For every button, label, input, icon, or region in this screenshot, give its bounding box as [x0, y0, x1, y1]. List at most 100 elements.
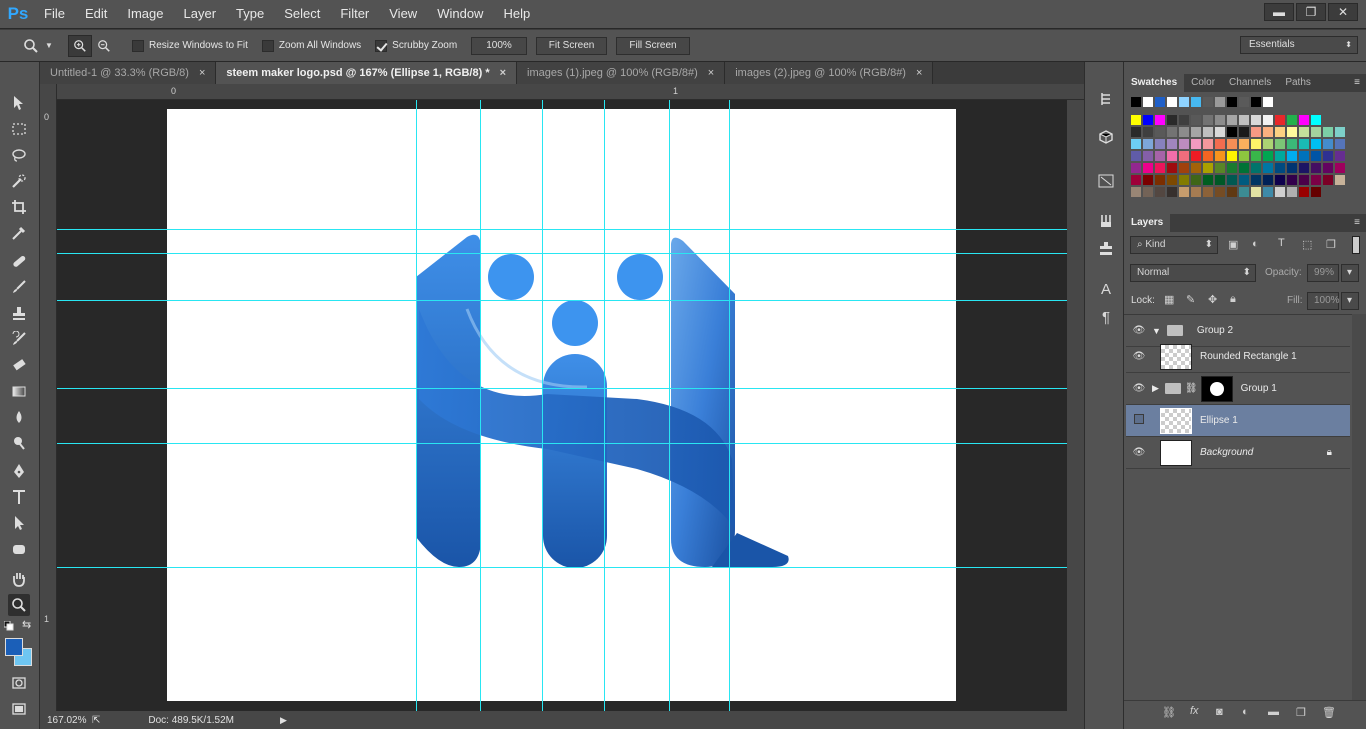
color-swatch[interactable] [1179, 187, 1189, 197]
color-swatch[interactable] [1299, 187, 1309, 197]
filter-pixel-icon[interactable]: ▣ [1228, 238, 1238, 251]
panel-menu-icon[interactable]: ≡ [1354, 214, 1360, 232]
color-swatch[interactable] [1191, 175, 1201, 185]
stamp-tool-icon[interactable] [8, 302, 30, 324]
color-swatch[interactable] [1335, 127, 1345, 137]
menu-view[interactable]: View [379, 0, 427, 28]
color-swatch[interactable] [1251, 127, 1261, 137]
layer-name[interactable]: Group 1 [1241, 383, 1277, 394]
color-swatch[interactable] [1227, 187, 1237, 197]
color-swatch[interactable] [1155, 151, 1165, 161]
tab-steem-maker-logo[interactable]: steem maker logo.psd @ 167% (Ellipse 1, … [216, 62, 518, 84]
add-layer-style-icon[interactable]: fx [1190, 705, 1199, 717]
fill-arrow-icon[interactable]: ▾ [1341, 292, 1359, 310]
color-swatch[interactable] [1227, 97, 1237, 107]
color-swatch[interactable] [1191, 127, 1201, 137]
adjustments-panel-icon[interactable] [1095, 170, 1117, 192]
fit-screen-button[interactable]: Fit Screen [535, 36, 608, 55]
lock-transparent-icon[interactable]: ▦ [1164, 293, 1174, 306]
color-swatch[interactable] [1143, 163, 1153, 173]
color-swatch[interactable] [1191, 115, 1201, 125]
status-export-icon[interactable]: ⇱ [92, 715, 100, 726]
color-swatch[interactable] [1179, 127, 1189, 137]
disclosure-open-icon[interactable]: ▼ [1152, 326, 1161, 336]
visibility-hidden-box[interactable] [1126, 414, 1152, 427]
color-swatch[interactable] [1275, 115, 1285, 125]
color-swatch[interactable] [1155, 97, 1165, 107]
hand-tool-icon[interactable] [8, 568, 30, 590]
color-swatch[interactable] [1215, 151, 1225, 161]
menu-filter[interactable]: Filter [330, 0, 379, 28]
tab-untitled-1[interactable]: Untitled-1 @ 33.3% (RGB/8) × [40, 62, 217, 84]
lock-position-icon[interactable]: ✥ [1208, 293, 1217, 306]
actual-pixels-button[interactable]: 100% [471, 36, 527, 55]
opacity-field[interactable]: 99% [1307, 264, 1339, 282]
link-layers-icon[interactable]: ⛓︎ [1162, 706, 1176, 719]
color-swatch[interactable] [1179, 115, 1189, 125]
color-swatch[interactable] [1239, 127, 1249, 137]
color-swatch[interactable] [1203, 127, 1213, 137]
color-swatch[interactable] [1287, 175, 1297, 185]
filter-smart-object-icon[interactable]: ❐ [1326, 238, 1336, 251]
healing-brush-tool-icon[interactable] [8, 250, 30, 272]
gradient-tool-icon[interactable] [8, 380, 30, 402]
lock-image-icon[interactable]: ✎ [1186, 293, 1195, 306]
color-swatch[interactable] [1263, 163, 1273, 173]
color-swatch[interactable] [1203, 97, 1213, 107]
document-canvas[interactable] [167, 109, 956, 701]
color-swatch[interactable] [1191, 97, 1201, 107]
tab-close-icon[interactable]: × [500, 67, 506, 79]
tab-close-icon[interactable]: × [199, 67, 205, 79]
horizontal-guide[interactable] [57, 388, 1067, 389]
color-swatch[interactable] [1275, 163, 1285, 173]
vertical-guide[interactable] [604, 100, 605, 711]
delete-layer-icon[interactable]: 🗑︎ [1322, 706, 1336, 719]
color-swatch[interactable] [1227, 115, 1237, 125]
close-button[interactable]: ✕ [1328, 3, 1358, 21]
color-swatch[interactable] [1275, 139, 1285, 149]
color-swatch[interactable] [1203, 151, 1213, 161]
color-swatch[interactable] [1335, 163, 1345, 173]
menu-help[interactable]: Help [493, 0, 540, 28]
color-swatch[interactable] [1275, 151, 1285, 161]
color-swatch[interactable] [1299, 139, 1309, 149]
visibility-box[interactable] [1134, 414, 1144, 424]
dodge-tool-icon[interactable] [8, 432, 30, 454]
new-layer-icon[interactable]: ❐ [1296, 706, 1306, 719]
color-swatch[interactable] [1191, 139, 1201, 149]
layer-name[interactable]: Rounded Rectangle 1 [1200, 351, 1297, 362]
color-swatch[interactable] [1167, 127, 1177, 137]
color-swatch[interactable] [1167, 115, 1177, 125]
eyedropper-tool-icon[interactable] [8, 222, 30, 244]
fill-screen-button[interactable]: Fill Screen [616, 36, 690, 55]
fill-field[interactable]: 100% [1307, 292, 1340, 310]
color-swatch[interactable] [1275, 175, 1285, 185]
color-swatch[interactable] [1155, 127, 1165, 137]
zoom-in-icon[interactable] [68, 34, 92, 57]
lasso-tool-icon[interactable] [8, 144, 30, 166]
clone-source-panel-icon[interactable] [1095, 238, 1117, 260]
quick-selection-tool-icon[interactable] [8, 170, 30, 192]
layer-name[interactable]: Ellipse 1 [1200, 415, 1238, 426]
color-swatch[interactable] [1203, 187, 1213, 197]
color-swatch[interactable] [1143, 175, 1153, 185]
vertical-guide[interactable] [669, 100, 670, 711]
color-swatch[interactable] [1143, 151, 1153, 161]
visibility-eye-icon[interactable]: 👁︎ [1126, 383, 1152, 394]
vertical-scrollbar[interactable] [1067, 100, 1084, 711]
color-swatch[interactable] [1155, 139, 1165, 149]
status-menu-arrow-icon[interactable]: ▶ [280, 715, 287, 726]
color-swatch[interactable] [1263, 187, 1273, 197]
color-swatch[interactable] [1335, 151, 1345, 161]
color-swatch[interactable] [1215, 139, 1225, 149]
color-swatch[interactable] [1239, 97, 1249, 107]
color-swatch[interactable] [1275, 127, 1285, 137]
zoom-all-windows-checkbox[interactable]: Zoom All Windows [261, 39, 361, 52]
color-swatch[interactable] [1143, 187, 1153, 197]
color-swatch[interactable] [1251, 115, 1261, 125]
color-swatch[interactable] [1263, 127, 1273, 137]
color-swatch[interactable] [1203, 139, 1213, 149]
color-swatch[interactable] [1227, 139, 1237, 149]
color-swatch[interactable] [1251, 163, 1261, 173]
scrubby-zoom-checkbox[interactable]: Scrubby Zoom [375, 39, 457, 52]
